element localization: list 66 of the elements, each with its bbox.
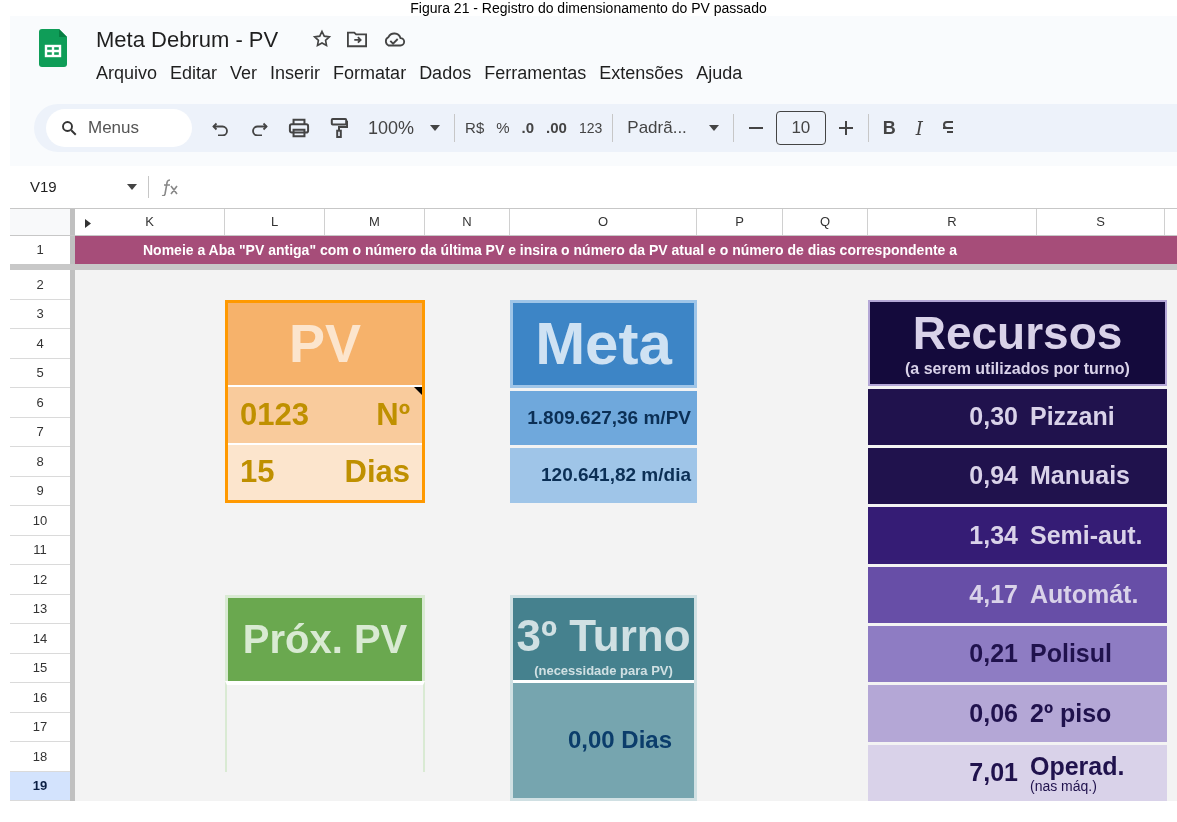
search-icon xyxy=(60,119,78,137)
card-title: PV xyxy=(228,302,422,386)
value-text: 4,17 xyxy=(968,579,1019,610)
value-text: 0123 xyxy=(240,395,309,434)
menu-item[interactable]: Ferramentas xyxy=(478,58,593,89)
paint-format-icon[interactable] xyxy=(330,117,348,139)
comment-indicator-icon[interactable] xyxy=(414,387,422,396)
name-box[interactable]: V19 xyxy=(30,175,148,199)
menu-item[interactable]: Inserir xyxy=(264,58,327,89)
value-cell: 0,00 Dias xyxy=(513,682,694,798)
card-title: 3º Turno (necessidade para PV) xyxy=(513,597,694,680)
label-text: Semi-aut. xyxy=(1030,519,1143,551)
decrease-decimals-button[interactable]: .0 xyxy=(521,116,535,140)
menu-search-field[interactable]: Menus xyxy=(46,109,192,147)
undo-icon[interactable] xyxy=(212,120,230,136)
value-text: 0,94 xyxy=(968,460,1019,492)
card-title: Próx. PV xyxy=(225,594,425,681)
value-text: 1,34 xyxy=(968,519,1019,551)
currency-format-button[interactable]: R$ xyxy=(465,116,485,140)
label-text: Operad. xyxy=(1030,752,1125,779)
value-cell: 1.809.627,36 m/PV xyxy=(510,390,697,446)
label-text: Automát. xyxy=(1030,579,1139,610)
italic-button[interactable]: I xyxy=(915,114,923,142)
value-text: 0,30 xyxy=(968,400,1019,432)
figure-caption: Figura 21 - Registro do dimensionamento do PV passado xyxy=(410,0,767,16)
spreadsheet-logo-icon[interactable] xyxy=(39,29,67,67)
font-dropdown[interactable]: Padrã... xyxy=(627,115,719,141)
document-title[interactable]: Meta Debrum - PV xyxy=(96,22,279,56)
label-text: 2º piso xyxy=(1030,697,1112,729)
menu-item[interactable]: Dados xyxy=(413,58,478,89)
increase-decimals-button[interactable]: .00 xyxy=(546,116,567,140)
value-text: 0,21 xyxy=(968,638,1019,670)
caret-icon xyxy=(430,125,441,131)
font-size-field[interactable]: 10 xyxy=(775,111,826,145)
number-format-button[interactable]: 123 xyxy=(578,117,603,139)
value-text: 7,01 xyxy=(968,757,1019,789)
menu-item[interactable]: Editar xyxy=(164,58,224,89)
redo-icon[interactable] xyxy=(250,120,268,136)
value-text: 15 xyxy=(240,453,275,492)
menu-item[interactable]: Ajuda xyxy=(690,58,749,89)
zoom-dropdown[interactable]: 100% xyxy=(368,114,441,142)
menu-item[interactable]: Formatar xyxy=(327,58,413,89)
print-icon[interactable] xyxy=(288,118,310,138)
expand-arrow-icon[interactable] xyxy=(85,219,91,228)
unit-text: Nº xyxy=(376,395,410,434)
label-text: Pizzani xyxy=(1030,400,1115,432)
bold-button[interactable]: B xyxy=(882,114,896,142)
function-icon xyxy=(161,178,181,196)
card-title: Meta xyxy=(510,299,697,388)
label-text: Manuais xyxy=(1030,460,1131,492)
plus-icon[interactable] xyxy=(837,120,854,136)
percent-format-button[interactable]: % xyxy=(496,116,510,140)
label-text: Polisul xyxy=(1030,638,1112,670)
value-cell: 120.641,82 m/dia xyxy=(510,448,697,503)
star-icon[interactable] xyxy=(312,29,333,49)
unit-text: Dias xyxy=(344,453,410,492)
card-title: Recursos (a serem utilizados por turno) xyxy=(868,299,1167,386)
menu-item[interactable]: Ver xyxy=(224,58,264,89)
row-header[interactable]: 19 xyxy=(10,771,70,801)
caret-icon xyxy=(708,125,719,131)
value-text: 0,06 xyxy=(968,697,1019,729)
menu-item[interactable]: Arquivo xyxy=(90,58,164,89)
caret-icon xyxy=(126,184,137,190)
instruction-banner: Nomeie a Aba "PV antiga" com o número da última PV e insira o número da PV atual e o número de dias correspondente a xyxy=(75,236,1177,264)
folder-icon[interactable] xyxy=(346,29,369,49)
menu-item[interactable]: Extensões xyxy=(593,58,690,89)
